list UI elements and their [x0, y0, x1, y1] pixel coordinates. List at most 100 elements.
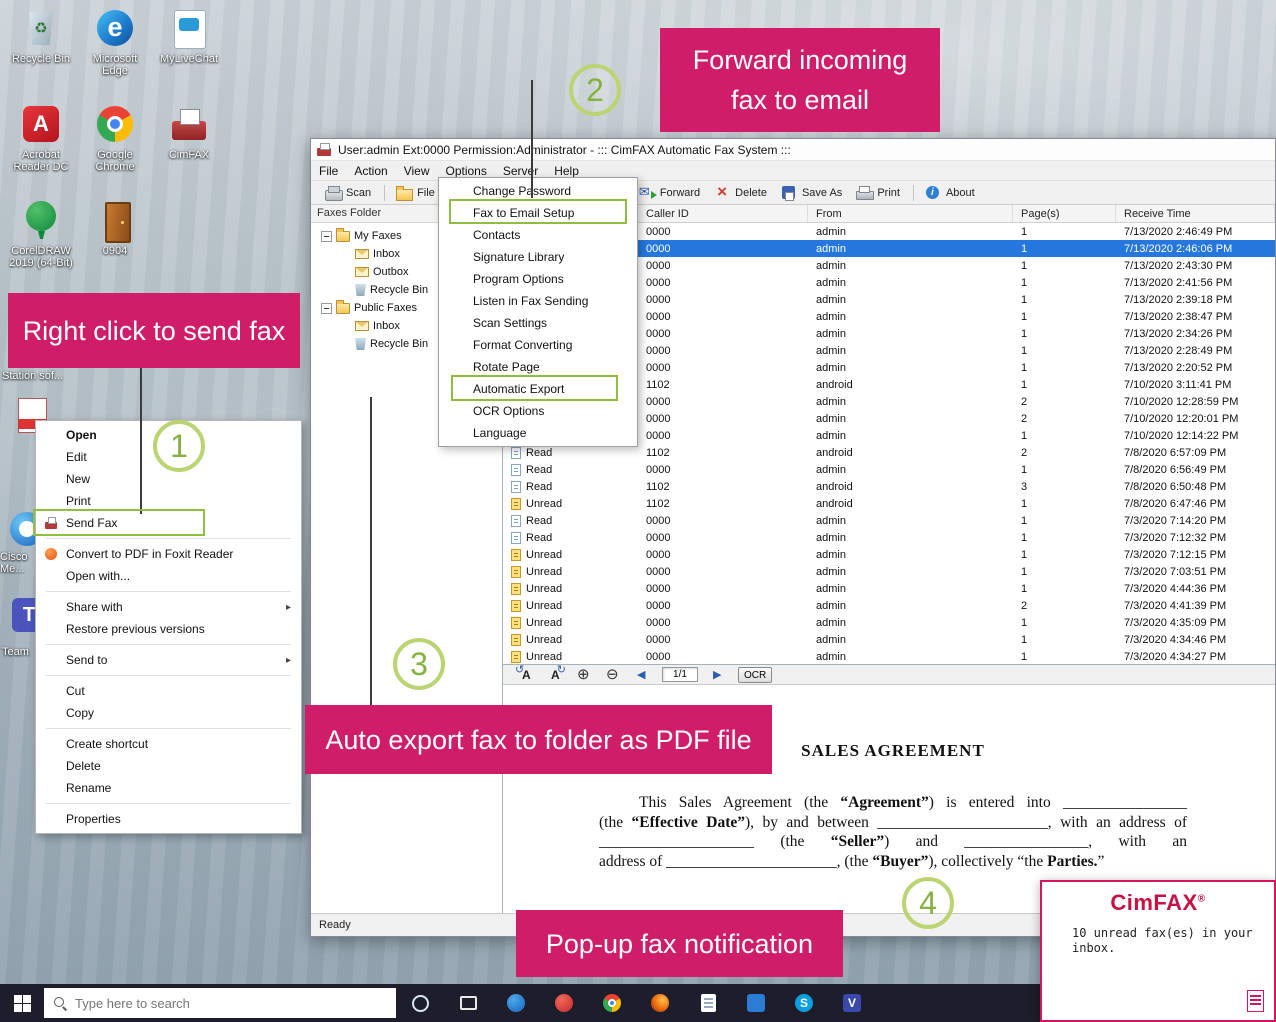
menu-item-scan-settings[interactable]: Scan Settings	[439, 312, 637, 334]
context-item-convert-to-pdf-in-foxit-reader[interactable]: Convert to PDF in Foxit Reader	[36, 543, 301, 565]
desktop-icon-coreldraw-2019-64-bit[interactable]: CorelDRAW 2019 (64-Bit)	[6, 200, 76, 269]
receive-time-cell: 7/13/2020 2:38:47 PM	[1116, 311, 1275, 323]
desktop-icon-label: CorelDRAW 2019 (64-Bit)	[6, 245, 76, 269]
context-item-open-with[interactable]: Open with...	[36, 565, 301, 587]
fax-row[interactable]: Read0000admin17/3/2020 7:14:20 PM	[503, 512, 1275, 529]
fax-row[interactable]: Unread0000admin17/3/2020 4:44:36 PM	[503, 580, 1275, 597]
receive-time-cell: 7/8/2020 6:57:09 PM	[1116, 447, 1275, 459]
menu-item-listen-in-fax-sending[interactable]: Listen in Fax Sending	[439, 290, 637, 312]
toolbar-delete[interactable]: Delete	[708, 183, 773, 202]
menu-view[interactable]: View	[396, 162, 438, 180]
column-header-receive-time[interactable]: Receive Time	[1116, 205, 1275, 222]
fax-row[interactable]: Read0000admin17/3/2020 7:12:32 PM	[503, 529, 1275, 546]
menu-item-signature-library[interactable]: Signature Library	[439, 246, 637, 268]
context-item-properties[interactable]: Properties	[36, 808, 301, 830]
toolbar-file[interactable]: File	[390, 183, 441, 202]
desktop-icon-acrobat-reader-dc[interactable]: Acrobat Reader DC	[6, 104, 76, 173]
expander-icon[interactable]	[321, 303, 332, 314]
status-cell: Unread	[503, 566, 638, 578]
fax-row[interactable]: Unread1102android17/8/2020 6:47:46 PM	[503, 495, 1275, 512]
previous-page-icon[interactable]	[633, 667, 651, 683]
start-button[interactable]	[0, 984, 44, 1022]
file-icon	[396, 185, 413, 200]
annotation-line-1	[140, 368, 142, 514]
context-item-cut[interactable]: Cut	[36, 680, 301, 702]
from-cell: admin	[808, 243, 1013, 255]
context-item-label: Send to	[66, 653, 286, 667]
desktop-icon-0904[interactable]: 0904	[80, 200, 150, 257]
taskbar-search[interactable]	[44, 988, 396, 1018]
taskbar-skype-icon[interactable]	[780, 984, 828, 1022]
fax-row[interactable]: Read0000admin17/8/2020 6:56:49 PM	[503, 461, 1275, 478]
caller-id-cell: 0000	[638, 294, 808, 306]
status-cell: Unread	[503, 617, 638, 629]
window-titlebar[interactable]: User:admin Ext:0000 Permission:Administr…	[311, 139, 1275, 161]
fax-row[interactable]: Unread0000admin17/3/2020 4:34:27 PM	[503, 648, 1275, 665]
menu-item-format-converting[interactable]: Format Converting	[439, 334, 637, 356]
desktop-icon-cimfax[interactable]: CimFAX	[154, 104, 224, 161]
context-item-create-shortcut[interactable]: Create shortcut	[36, 733, 301, 755]
taskbar-word-icon[interactable]	[732, 984, 780, 1022]
column-header-page-s[interactable]: Page(s)	[1013, 205, 1116, 222]
pages-cell: 1	[1013, 379, 1116, 391]
taskbar-visio-icon[interactable]	[828, 984, 876, 1022]
rotate-left-icon[interactable]	[517, 667, 535, 683]
taskbar-blue-app-icon[interactable]	[492, 984, 540, 1022]
context-item-delete[interactable]: Delete	[36, 755, 301, 777]
menu-item-ocr-options[interactable]: OCR Options	[439, 400, 637, 422]
column-header-caller-id[interactable]: Caller ID	[638, 205, 808, 222]
context-item-copy[interactable]: Copy	[36, 702, 301, 724]
menu-item-contacts[interactable]: Contacts	[439, 224, 637, 246]
taskbar-chrome-icon[interactable]	[588, 984, 636, 1022]
toolbar-scan[interactable]: Scan	[319, 183, 377, 202]
column-header-from[interactable]: From	[808, 205, 1013, 222]
rotate-right-icon[interactable]	[546, 667, 564, 683]
toolbar-save-as[interactable]: Save As	[775, 183, 848, 202]
context-item-share-with[interactable]: Share with▸	[36, 596, 301, 618]
desktop-icon-google-chrome[interactable]: Google Chrome	[80, 104, 150, 173]
desktop-icon-microsoft-edge[interactable]: Microsoft Edge	[80, 8, 150, 77]
zoom-out-icon[interactable]	[604, 667, 622, 683]
context-item-rename[interactable]: Rename	[36, 777, 301, 799]
fax-row[interactable]: Read1102android37/8/2020 6:50:48 PM	[503, 478, 1275, 495]
fax-row[interactable]: Unread0000admin17/3/2020 7:12:15 PM	[503, 546, 1275, 563]
taskbar-cortana-icon[interactable]	[396, 984, 444, 1022]
ocr-button[interactable]: OCR	[738, 667, 772, 683]
menu-file[interactable]: File	[311, 162, 346, 180]
menu-item-language[interactable]: Language	[439, 422, 637, 444]
toolbar-about[interactable]: About	[919, 183, 981, 202]
fax-row[interactable]: Unread0000admin17/3/2020 4:35:09 PM	[503, 614, 1275, 631]
desktop-icon-mylivechat[interactable]: MyLiveChat	[154, 8, 224, 65]
fax-row[interactable]: Unread0000admin27/3/2020 4:41:39 PM	[503, 597, 1275, 614]
toolbar-forward[interactable]: Forward	[633, 183, 706, 202]
context-item-send-to[interactable]: Send to▸	[36, 649, 301, 671]
zoom-in-icon[interactable]	[575, 667, 593, 683]
context-item-restore-previous-versions[interactable]: Restore previous versions	[36, 618, 301, 640]
pages-cell: 2	[1013, 600, 1116, 612]
taskbar-task-view-icon[interactable]	[444, 984, 492, 1022]
search-input[interactable]	[75, 996, 386, 1011]
menu-item-program-options[interactable]: Program Options	[439, 268, 637, 290]
desktop-icon-recycle-bin[interactable]: Recycle Bin	[6, 8, 76, 65]
next-page-icon[interactable]	[709, 667, 727, 683]
menu-separator	[46, 728, 291, 729]
fax-row[interactable]: Unread0000admin17/3/2020 4:34:46 PM	[503, 631, 1275, 648]
menu-action[interactable]: Action	[346, 162, 395, 180]
context-item-label: Create shortcut	[66, 737, 291, 751]
desktop-icon-label: Acrobat Reader DC	[6, 149, 76, 173]
taskbar-notes-icon[interactable]	[684, 984, 732, 1022]
fax-row[interactable]: Unread0000admin17/3/2020 7:03:51 PM	[503, 563, 1275, 580]
fax-notification-popup[interactable]: CimFAX® 10 unread fax(es) in your inbox.	[1040, 880, 1276, 1022]
toolbar-print[interactable]: Print	[850, 183, 906, 202]
context-item-new[interactable]: New	[36, 468, 301, 490]
page-indicator[interactable]: 1/1	[662, 667, 698, 682]
context-item-label: Rename	[66, 781, 291, 795]
toolbar-label: File	[417, 187, 435, 199]
expander-icon[interactable]	[321, 231, 332, 242]
pages-cell: 1	[1013, 617, 1116, 629]
taskbar-red-app-icon[interactable]	[540, 984, 588, 1022]
taskbar-firefox-icon[interactable]	[636, 984, 684, 1022]
from-cell: android	[808, 481, 1013, 493]
unread-fax-icon	[511, 617, 521, 629]
desktop-icon-label: Recycle Bin	[6, 53, 76, 65]
